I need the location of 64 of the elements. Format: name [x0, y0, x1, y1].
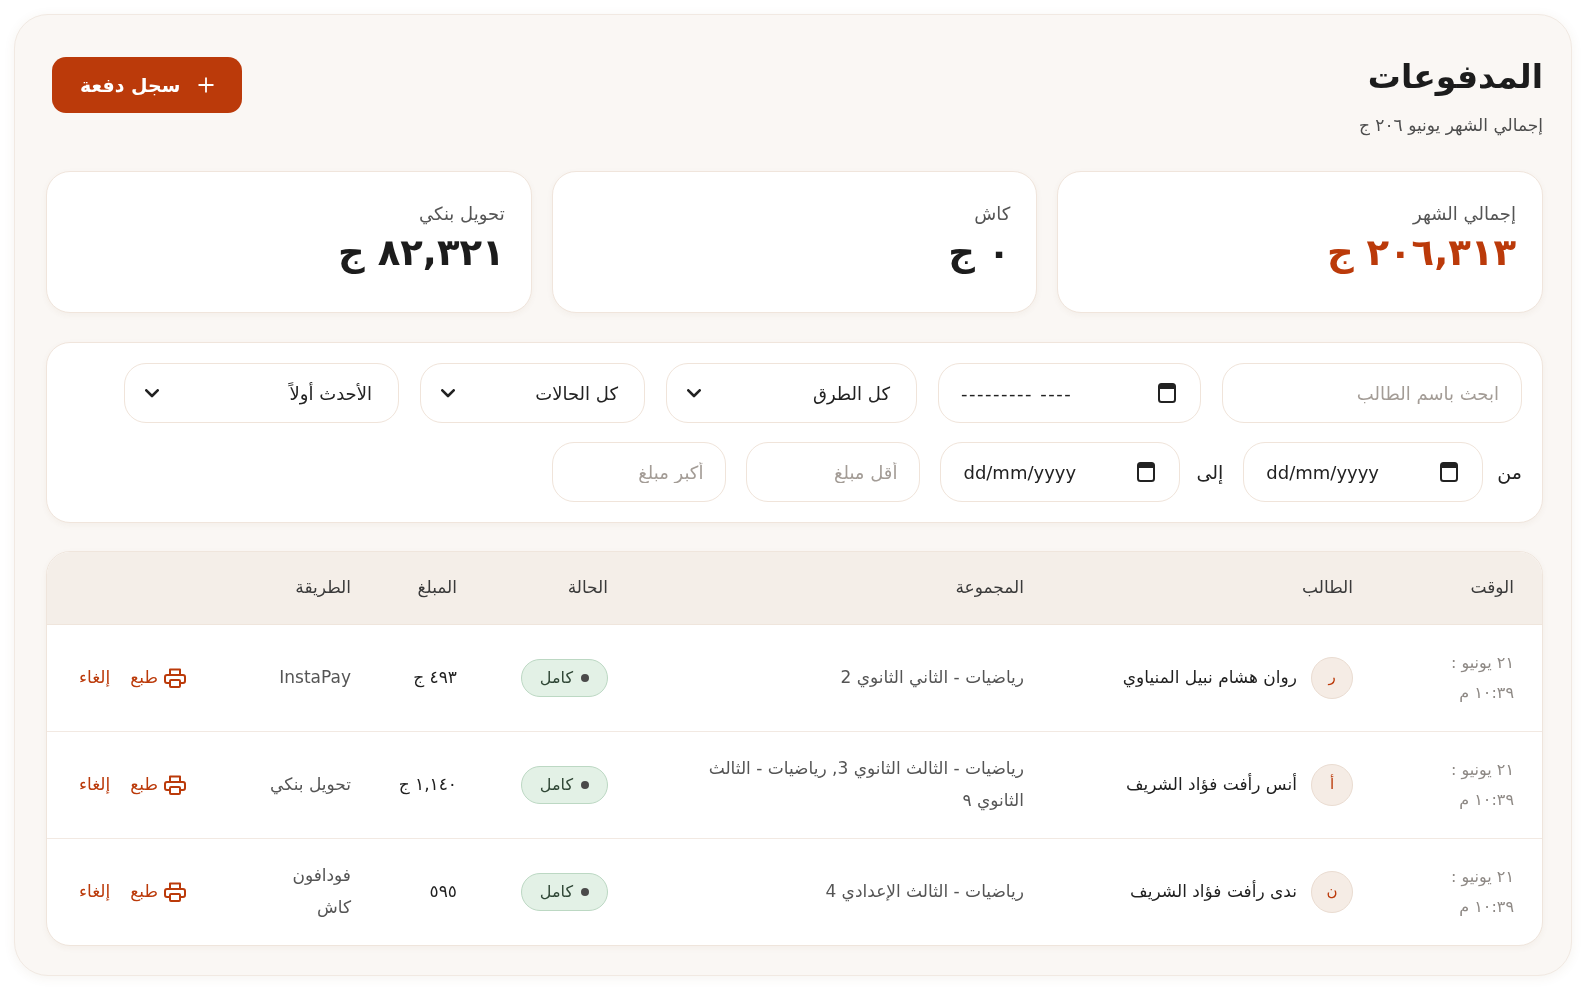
printer-icon [164, 667, 186, 688]
student-avatar: ر [1311, 656, 1353, 699]
student-name: ندى رأفت فؤاد الشريف [1130, 879, 1297, 904]
printer-icon [164, 774, 186, 795]
page-title: المدفوعات [1367, 57, 1543, 97]
status-dropdown[interactable]: كل الحالات [420, 363, 645, 423]
column-header: الطالب [1302, 577, 1353, 597]
date-field[interactable]: dd/mm/yyyy [940, 442, 1181, 502]
print-button[interactable]: طبع [130, 661, 186, 694]
payment-method: تحويل بنكي [270, 772, 351, 797]
date-field[interactable]: dd/mm/yyyy [1243, 442, 1484, 502]
student-name: روان هشام نبيل المنياوي [1122, 665, 1297, 690]
payment-method: فودافون كاش [291, 864, 351, 919]
group-name: رياضيات - الثالث الإعدادي 4 [825, 880, 1024, 904]
column-header: المبلغ [417, 577, 457, 597]
add-payment-button[interactable]: سجل دفعة [52, 57, 243, 113]
column-header: الطريقة [295, 577, 351, 597]
cancel-link[interactable]: إلغاء [79, 661, 111, 694]
stat-value: ٢٠٦,٣١٣ ج [1326, 231, 1516, 276]
cancel-link[interactable]: إلغاء [79, 768, 111, 801]
status-label: كامل [539, 669, 573, 686]
status-label: كامل [539, 776, 573, 793]
search-field[interactable]: ابحث باسم الطالب [1222, 363, 1522, 423]
status-dot-icon [581, 780, 589, 789]
status-label: كامل [539, 883, 573, 900]
date-from-label: من [1497, 459, 1522, 486]
calendar-icon [1137, 462, 1156, 482]
column-header: المجموعة [955, 577, 1024, 597]
printer-icon [164, 881, 186, 902]
stat-value: ٨٢,٣٢١ ج [338, 231, 505, 276]
sort-dropdown[interactable]: الأحدث أولاً [124, 363, 399, 423]
page-subtitle: إجمالي الشهر يونيو ٢٠٦ ج [1358, 113, 1543, 138]
payment-method: InstaPay [279, 665, 351, 689]
method-dropdown[interactable]: كل الطرق [666, 363, 917, 423]
calendar-icon [1440, 462, 1459, 482]
group-name: رياضيات - الثالث الثانوي 3, رياضيات - الثالث الثانوي ٩ [707, 757, 1024, 813]
plus-icon [198, 77, 215, 93]
payment-time: ٢١ يونيو : ١٠:٣٩ م [1450, 866, 1514, 918]
chevron-down-icon [441, 388, 455, 398]
print-button[interactable]: طبع [130, 768, 186, 801]
student-avatar: ن [1311, 870, 1353, 913]
calendar-icon [1158, 383, 1176, 403]
column-header: الوقت [1470, 577, 1514, 597]
stat-label: كاش [974, 202, 1011, 226]
student-name: أنس رأفت فؤاد الشريف [1125, 772, 1297, 796]
stat-label: إجمالي الشهر [1413, 202, 1516, 227]
student-avatar: أ [1311, 763, 1353, 806]
month-field[interactable]: --------- ---- [938, 363, 1201, 423]
column-header: الحالة [567, 577, 608, 597]
payment-time: ٢١ يونيو : ١٠:٣٩ م [1450, 651, 1514, 704]
chevron-down-icon [145, 388, 159, 398]
cancel-link[interactable]: إلغاء [79, 876, 111, 908]
payment-time: ٢١ يونيو : ١٠:٣٩ م [1450, 758, 1514, 811]
print-button[interactable]: طبع [130, 876, 186, 908]
payment-amount: ٥٩٥ [429, 880, 457, 904]
date-to-label: إلى [1196, 459, 1224, 486]
chevron-down-icon [687, 388, 701, 398]
group-name: رياضيات - الثاني الثانوي 2 [840, 665, 1024, 690]
status-dot-icon [581, 887, 589, 896]
stat-value: ٠ ج [948, 231, 1011, 276]
payment-amount: ١,١٤٠ ج [398, 772, 457, 797]
payment-amount: ٤٩٣ ج [413, 665, 457, 690]
stat-label: تحويل بنكي [418, 202, 505, 227]
status-dot-icon [581, 673, 589, 682]
